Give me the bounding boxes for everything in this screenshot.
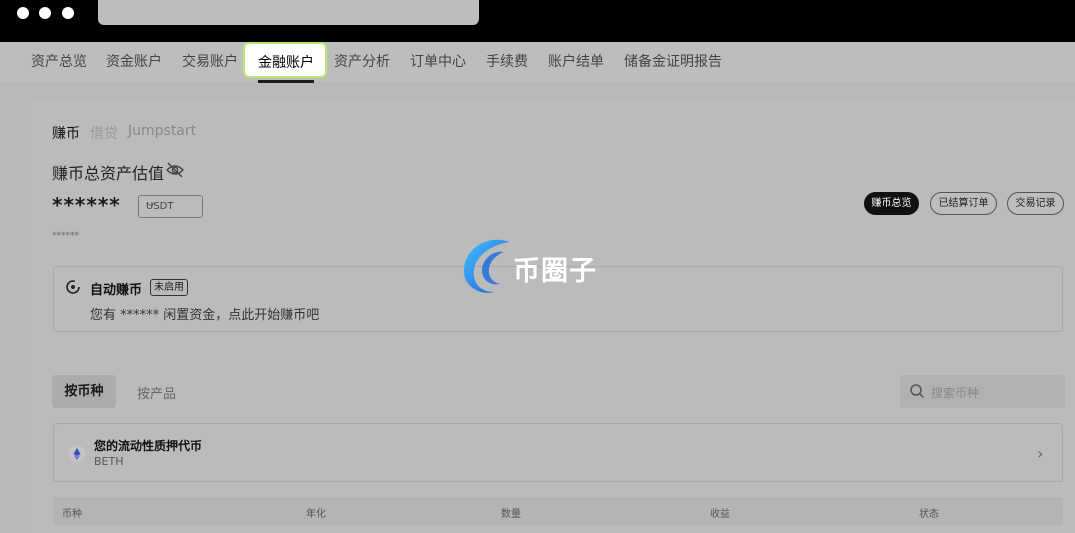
nav-item-statements[interactable]: 账户结单 [548,51,604,71]
watermark-text: 币圈子 [513,256,597,287]
window-titlebar [0,0,1075,42]
auto-earn-status-badge: 未启用 [150,279,188,296]
chevron-right-icon[interactable]: › [1037,444,1043,463]
auto-earn-title: 自动赚币 [90,283,143,298]
nav-item-funding[interactable]: 资金账户 [106,51,162,71]
table-header [53,497,1063,525]
watermark-logo [463,239,510,293]
eye-off-icon[interactable] [165,161,185,179]
eth-icon [68,445,86,463]
nav-item-orders[interactable]: 订单中心 [410,51,466,71]
nav-item-finance[interactable]: 金融账户 [243,42,327,78]
settled-orders-button[interactable]: 已结算订单 [930,192,997,215]
address-bar[interactable] [98,0,479,25]
table-header-apy[interactable]: 年化 [306,505,326,520]
window-dot-maximize[interactable] [62,7,74,19]
window-dot-close[interactable] [17,7,29,19]
nav-item-fees[interactable]: 手续费 [486,51,528,71]
chevron-down-icon: ﹀ [146,203,156,214]
tab-by-product[interactable]: 按产品 [137,383,176,402]
table-header-amount[interactable]: 数量 [501,505,521,520]
lst-promo-title: 您的流动性质押代币 [94,439,203,453]
sub-value-masked: ****** [52,231,79,241]
nav-item-reserves[interactable]: 储备金证明报告 [624,51,722,71]
tab-by-coin[interactable]: 按币种 [52,375,116,408]
total-value-masked: ****** [52,193,121,217]
table-header-coin[interactable]: 币种 [62,505,82,520]
subtab-earn[interactable]: 赚币 [52,123,80,143]
nav-item-trading[interactable]: 交易账户 [182,51,238,71]
search-placeholder: 搜索币种 [931,386,980,400]
table-header-status[interactable]: 状态 [919,505,939,520]
nav-active-underline [258,80,314,83]
account-nav: 资产总览 资金账户 交易账户 资产分析 订单中心 手续费 账户结单 储备金证明报… [0,42,1075,82]
trade-records-button[interactable]: 交易记录 [1007,192,1064,215]
lst-promo-card[interactable] [53,423,1063,482]
subtab-loan[interactable]: 借贷 [90,123,118,143]
auto-earn-icon [66,280,80,294]
earn-overview-button[interactable]: 赚币总览 [864,192,919,215]
currency-select[interactable]: USDT ﹀ [138,195,203,218]
nav-item-overview[interactable]: 资产总览 [31,51,87,71]
table-header-earnings[interactable]: 收益 [710,505,730,520]
subtab-jumpstart[interactable]: Jumpstart [128,123,196,139]
auto-earn-description: 您有 ****** 闲置资金，点此开始赚币吧 [90,308,320,323]
lst-promo-subtitle: BETH [94,455,124,468]
window-dot-minimize[interactable] [39,7,51,19]
search-icon [910,384,925,399]
nav-item-analysis[interactable]: 资产分析 [334,51,390,71]
nav-item-finance-label: 金融账户 [258,55,314,71]
summary-title: 赚币总资产估值 [52,164,165,183]
